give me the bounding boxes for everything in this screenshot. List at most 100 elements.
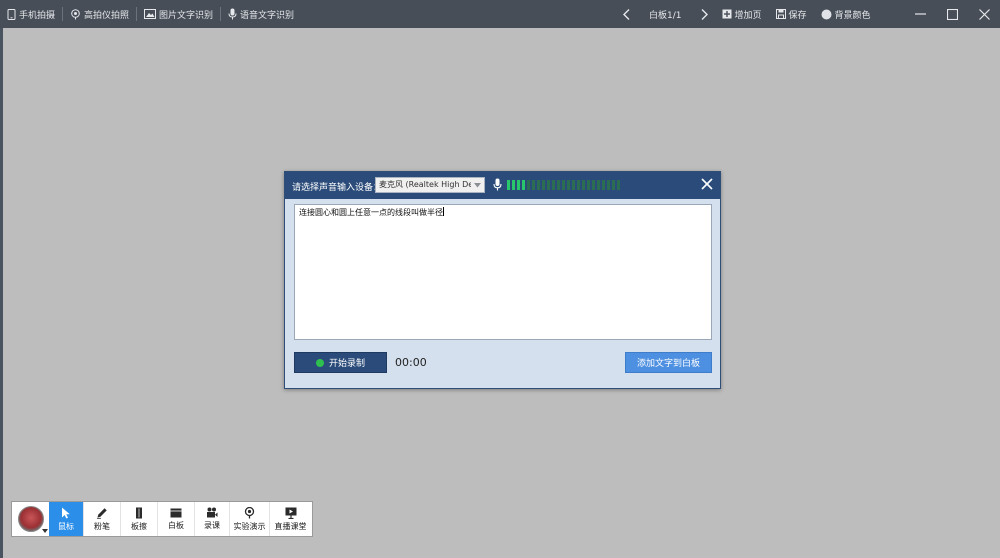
meter-segment [557,180,560,190]
close-icon [701,178,713,190]
meter-segment [612,180,615,190]
chevron-right-icon [701,8,708,20]
plus-square-icon [722,9,732,19]
tool-whiteboard[interactable]: 白板 [157,502,194,536]
document-camera-label: 高拍仪拍照 [84,10,130,21]
meter-segment [512,180,515,190]
start-recording-button[interactable]: 开始录制 [294,352,387,373]
chevron-down-icon [471,178,484,192]
device-label: 请选择声音输入设备： [292,183,383,193]
audio-level-meter [507,180,620,190]
caret-down-icon [42,529,48,533]
meter-segment [572,180,575,190]
meter-segment [562,180,565,190]
input-device-select[interactable]: 麦克风 (Realtek High Definition Audio) [375,177,485,193]
meter-segment [597,180,600,190]
toolbar-left-group: 手机拍摄 高拍仪拍照 图片文字识别 语音文字识别 [0,0,301,28]
meter-segment [507,180,510,190]
phone-icon [7,8,16,20]
recognized-text: 连接圆心和圆上任意一点的线段叫做半径 [299,208,443,217]
meter-segment [552,180,555,190]
image-ocr-label: 图片文字识别 [159,10,214,21]
tool-chalk[interactable]: 粉笔 [83,502,120,536]
start-recording-label: 开始录制 [328,359,365,369]
phone-capture-button[interactable]: 手机拍摄 [0,0,62,28]
meter-segment [537,180,540,190]
meter-segment [602,180,605,190]
cursor-icon [61,507,71,519]
meter-segment [517,180,520,190]
add-page-button[interactable]: 增加页 [715,0,769,28]
recording-timer: 00:00 [395,356,427,369]
save-label: 保存 [788,10,807,21]
maximize-button[interactable] [936,0,968,28]
background-color-label: 背景颜色 [834,10,871,21]
avatar [17,506,44,532]
page-indicator-label: 白板1/1 [649,10,682,21]
input-device-value: 麦克风 (Realtek High Definition Audio) [379,180,484,189]
close-window-button[interactable] [968,0,1000,28]
left-edge-strip [0,28,3,558]
tool-record-lesson-label: 录课 [204,521,220,530]
meter-segment [522,180,525,190]
save-icon [775,9,786,19]
experiment-icon [244,506,255,519]
record-dot-icon [315,358,324,367]
color-circle-icon [821,9,832,20]
meter-segment [582,180,585,190]
tool-mouse-label: 鼠标 [58,521,74,531]
add-text-label: 添加文字到白板 [636,359,700,369]
tool-eraser[interactable]: 板擦 [120,502,157,536]
meter-segment [617,180,620,190]
close-icon [978,8,990,20]
window-controls [904,0,1000,28]
meter-segment [527,180,530,190]
add-text-to-whiteboard-button[interactable]: 添加文字到白板 [625,352,712,373]
tool-live-class[interactable]: 直播课堂 [269,502,311,536]
tool-eraser-label: 板擦 [131,521,147,531]
dialog-header: 请选择声音输入设备： 麦克风 (Realtek High Definition … [285,172,720,199]
recognized-text-area[interactable]: 连接圆心和圆上任意一点的线段叫做半径 [294,204,712,340]
meter-segment [577,180,580,190]
tool-chalk-label: 粉笔 [94,521,110,531]
top-toolbar: 手机拍摄 高拍仪拍照 图片文字识别 语音文字识别 白板1/1 增加页 保存 背景… [0,0,1000,28]
microphone-icon [493,178,502,194]
meter-segment [547,180,550,190]
tool-live-class-label: 直播课堂 [274,521,307,531]
add-page-label: 增加页 [734,10,762,21]
minimize-button[interactable] [904,0,936,28]
meter-segment [592,180,595,190]
tool-whiteboard-label: 白板 [168,520,184,530]
meter-segment [587,180,590,190]
meter-segment [542,180,545,190]
video-camera-icon [206,507,218,518]
dialog-close-button[interactable] [701,178,715,192]
voice-ocr-label: 语音文字识别 [240,10,295,21]
whiteboard-icon [170,508,182,518]
image-text-icon [144,9,157,19]
voice-recognition-dialog: 请选择声音输入设备： 麦克风 (Realtek High Definition … [284,171,721,389]
camera-pin-icon [70,8,81,20]
eraser-icon [134,507,144,519]
background-color-button[interactable]: 背景颜色 [814,0,878,28]
meter-segment [532,180,535,190]
save-button[interactable]: 保存 [769,0,814,28]
meter-segment [607,180,610,190]
document-camera-button[interactable]: 高拍仪拍照 [63,0,136,28]
user-avatar-button[interactable] [12,502,49,536]
page-indicator: 白板1/1 [637,0,694,28]
live-class-icon [285,507,297,519]
tool-record-lesson[interactable]: 录课 [194,502,229,536]
bottom-toolbar: 鼠标 粉笔 板擦 白板 录课 实验演示 直播课堂 [11,501,313,537]
maximize-icon [946,8,958,20]
next-page-button[interactable] [694,0,715,28]
minimize-icon [914,13,926,15]
tool-experiment-demo[interactable]: 实验演示 [229,502,269,536]
chalk-icon [96,507,108,519]
image-ocr-button[interactable]: 图片文字识别 [137,0,220,28]
prev-page-button[interactable] [616,0,637,28]
voice-ocr-button[interactable]: 语音文字识别 [221,0,301,28]
meter-segment [567,180,570,190]
text-caret [443,207,444,216]
tool-mouse[interactable]: 鼠标 [49,502,83,536]
